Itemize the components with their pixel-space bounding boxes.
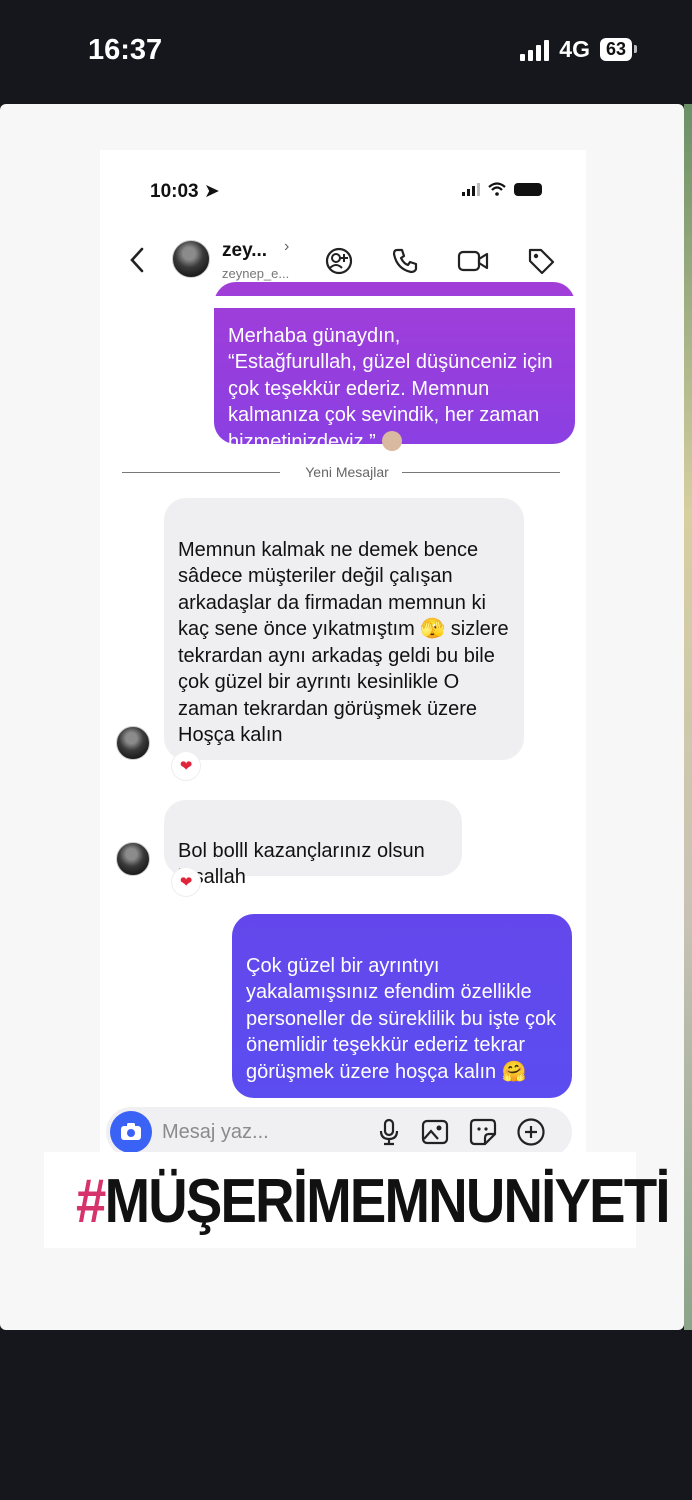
- phone-icon: [392, 248, 418, 274]
- contact-avatar[interactable]: [172, 240, 210, 278]
- heart-reaction-icon[interactable]: ❤: [172, 868, 200, 896]
- audio-call-button[interactable]: [388, 244, 422, 278]
- chevron-right-icon[interactable]: ›: [284, 238, 289, 256]
- message-text: Bol bolll kazançlarınız olsun inşallah: [178, 839, 425, 889]
- sender-avatar[interactable]: [116, 726, 150, 760]
- inner-signal-icon: [462, 182, 480, 196]
- inner-status-bar: 10:03 ➤: [100, 178, 586, 208]
- voice-message-button[interactable]: [374, 1117, 404, 1147]
- message-bubble-outgoing[interactable]: Çok güzel bir ayrıntıyı yakalamışsınız e…: [232, 914, 572, 1098]
- video-camera-icon: [457, 250, 489, 272]
- gallery-button[interactable]: [420, 1117, 450, 1147]
- inner-battery-icon: [514, 183, 542, 196]
- wifi-icon: [488, 182, 506, 196]
- sender-avatar[interactable]: [116, 842, 150, 876]
- hashtag-text: MÜŞERİMEMNUNİYETİ: [104, 1167, 671, 1236]
- message-text: Çok güzel bir ayrıntıyı yakalamışsınız e…: [246, 954, 557, 1083]
- hashtag-sticker[interactable]: #MÜŞERİMEMNUNİYETİ: [76, 1166, 671, 1237]
- message-text: Memnun kalmak ne demek bence sâdece müşt…: [178, 538, 509, 747]
- sticker-button[interactable]: [468, 1117, 498, 1147]
- inner-status-icons: [462, 182, 542, 196]
- cellular-signal-icon: [520, 39, 550, 61]
- contact-name[interactable]: zey...: [222, 240, 267, 262]
- header-divider-mask: [100, 296, 586, 308]
- camera-icon: [121, 1123, 141, 1140]
- divider-label: Yeni Mesajlar: [305, 464, 389, 480]
- more-options-button[interactable]: [516, 1117, 546, 1147]
- message-bubble-incoming[interactable]: Bol bolll kazançlarınız olsun inşallah: [164, 800, 462, 888]
- chat-screenshot: 10:03 ➤ zey... › zeynep_e... Merhaba gün…: [100, 150, 586, 1208]
- story-card: 10:03 ➤ zey... › zeynep_e... Merhaba gün…: [0, 104, 684, 1330]
- microphone-icon: [379, 1118, 399, 1146]
- location-arrow-icon: ➤: [203, 181, 220, 202]
- new-messages-divider: Yeni Mesajlar: [122, 462, 560, 482]
- tag-icon: [528, 248, 555, 275]
- video-call-button[interactable]: [456, 244, 490, 278]
- inner-status-time: 10:03 ➤: [150, 181, 220, 202]
- plus-circle-icon: [517, 1118, 545, 1146]
- label-tag-button[interactable]: [524, 244, 558, 278]
- add-people-icon: [325, 247, 353, 275]
- message-composer: Mesaj yaz...: [106, 1107, 572, 1157]
- next-story-edge: [684, 104, 692, 1330]
- person-emoji-icon: [381, 430, 402, 451]
- add-people-button[interactable]: [322, 244, 356, 278]
- image-icon: [421, 1119, 449, 1145]
- contact-username: zeynep_e...: [222, 266, 290, 281]
- network-type: 4G: [559, 36, 590, 62]
- sticker-icon: [469, 1118, 497, 1146]
- heart-reaction-icon[interactable]: ❤: [172, 752, 200, 780]
- camera-button[interactable]: [110, 1111, 152, 1153]
- message-input[interactable]: Mesaj yaz...: [162, 1121, 269, 1144]
- message-bubble-incoming[interactable]: Memnun kalmak ne demek bence sâdece müşt…: [164, 498, 524, 760]
- status-time: 16:37: [88, 34, 163, 66]
- battery-level: 63: [599, 38, 638, 61]
- status-indicators: 4G 63: [520, 36, 638, 63]
- back-chevron-icon[interactable]: [128, 246, 146, 281]
- hashtag-symbol: #: [76, 1167, 106, 1236]
